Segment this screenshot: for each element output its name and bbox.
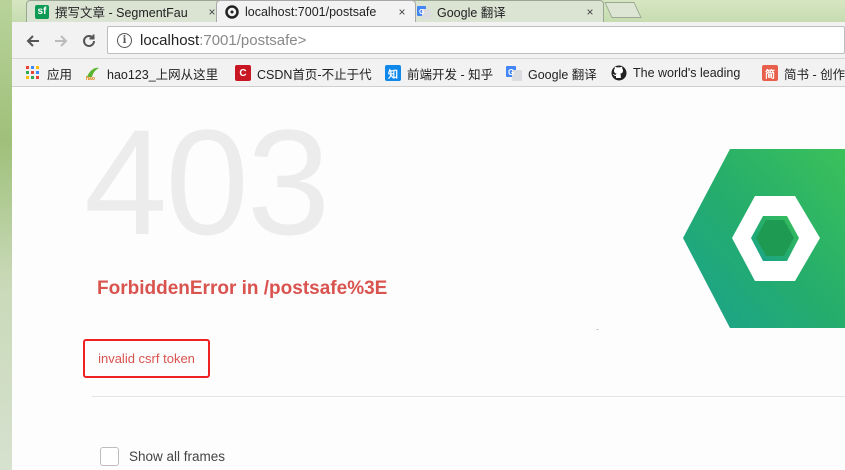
bookmark-hao123[interactable]: hao hao123_上网从这里: [85, 64, 225, 82]
back-button[interactable]: [22, 30, 44, 52]
apps-grid-icon: [25, 65, 41, 81]
forward-button[interactable]: [50, 30, 72, 52]
bookmark-google-translate[interactable]: G Google 翻译: [506, 64, 597, 82]
google-translate-icon: G: [506, 65, 522, 81]
new-tab-button[interactable]: [604, 2, 642, 18]
error-title: ForbiddenError in /postsafe%3E: [97, 278, 388, 299]
bookmark-csdn[interactable]: C CSDN首页-不止于代: [235, 64, 385, 82]
browser-toolbar: i localhost:7001/postsafe>: [12, 22, 845, 59]
segmentfault-icon: sf: [35, 4, 49, 19]
tab-google-translate[interactable]: G Google 翻译 ×: [408, 0, 604, 22]
tab-segmentfault[interactable]: sf 撰写文章 - SegmentFau ×: [26, 0, 226, 22]
egg-icon: [225, 4, 239, 19]
jianshu-icon: 简: [762, 65, 778, 81]
url-path: :7001/postsafe>: [199, 31, 307, 49]
info-icon[interactable]: i: [117, 32, 132, 48]
bookmark-zhihu[interactable]: 知 前端开发 - 知乎: [385, 64, 493, 82]
bookmark-label: Google 翻译: [528, 67, 597, 82]
url-host: localhost: [140, 31, 200, 49]
forward-arrow-icon: [55, 35, 68, 47]
error-message-box: invalid csrf token: [83, 339, 210, 378]
bookmark-label: 前端开发 - 知乎: [407, 67, 494, 82]
show-all-frames-checkbox[interactable]: [100, 447, 119, 466]
bookmark-label: 简书 - 创作: [784, 67, 845, 82]
tab-localhost[interactable]: localhost:7001/postsafe ×: [216, 0, 416, 22]
desktop-background-strip: [0, 0, 12, 470]
bookmarks-bar: 应用 hao hao123_上网从这里 C CSDN首页-不止于代 知 前端开发…: [12, 59, 845, 87]
back-arrow-icon: [26, 35, 39, 47]
svg-text:G: G: [419, 9, 425, 16]
address-bar[interactable]: i localhost:7001/postsafe>: [107, 26, 845, 54]
close-icon[interactable]: ×: [395, 5, 409, 19]
svg-text:G: G: [508, 68, 514, 77]
bookmark-label: hao123_上网从这里: [107, 67, 219, 82]
bookmark-label: The world's leading: [633, 66, 741, 80]
github-icon: [611, 65, 627, 81]
page-content: 403 ForbiddenError in /postsafe%3E inval…: [12, 87, 845, 470]
egg-logo-icon: [683, 149, 845, 328]
tab-title: localhost:7001/postsafe: [245, 4, 377, 19]
bookmark-label: CSDN首页-不止于代: [257, 67, 372, 82]
close-icon[interactable]: ×: [583, 5, 597, 19]
bookmark-apps[interactable]: 应用: [25, 64, 72, 82]
tab-strip: sf 撰写文章 - SegmentFau × localhost:7001/po…: [12, 0, 845, 22]
reload-icon: [83, 34, 95, 47]
svg-text:hao: hao: [86, 76, 95, 81]
status-code: 403: [84, 98, 330, 266]
artifact-dot: [596, 329, 599, 330]
bookmark-github[interactable]: The world's leading: [611, 64, 751, 82]
divider: [92, 396, 845, 397]
tab-title: 撰写文章 - SegmentFau: [55, 6, 188, 20]
zhihu-icon: 知: [385, 65, 401, 81]
google-translate-icon: G: [417, 5, 431, 19]
tab-title: Google 翻译: [437, 6, 506, 20]
hao123-icon: hao: [85, 65, 101, 81]
bookmark-label: 应用: [47, 67, 73, 82]
bookmark-jianshu[interactable]: 简 简书 - 创作: [762, 64, 845, 82]
csdn-icon: C: [235, 65, 251, 81]
show-all-frames-label: Show all frames: [129, 449, 226, 464]
reload-button[interactable]: [78, 30, 100, 52]
error-message: invalid csrf token: [98, 351, 195, 366]
show-all-frames-toggle[interactable]: Show all frames: [100, 447, 225, 466]
